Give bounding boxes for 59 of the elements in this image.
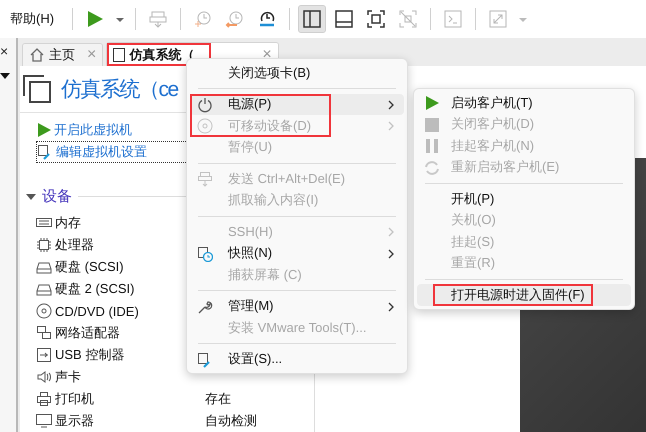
chip-icon: [36, 237, 52, 253]
menu-item[interactable]: 快照(N): [190, 242, 404, 264]
monitor-icon: [36, 413, 52, 429]
wrench-icon: [197, 298, 213, 314]
clock-plus-icon: [193, 9, 214, 29]
play-icon: [85, 9, 106, 29]
chevron-right-icon: [388, 227, 394, 237]
chevron-right-icon: [388, 248, 394, 258]
device-name[interactable]: 声卡: [55, 368, 205, 386]
disc-icon: [197, 118, 213, 134]
section-title: 设备: [42, 187, 72, 206]
device-value: 自动检测: [205, 412, 257, 430]
vm-window-icon: [22, 74, 52, 104]
pause-icon: [424, 138, 440, 154]
chevron-right-icon: [388, 100, 394, 110]
fullscreen-icon: [366, 9, 386, 29]
help-menu[interactable]: 帮助(H): [10, 10, 54, 28]
play-icon: [37, 123, 51, 137]
close-button[interactable]: ×: [0, 44, 16, 58]
window-icon: [113, 48, 126, 62]
device-value: 存在: [205, 390, 231, 408]
menu-item[interactable]: 打开电源时进入固件(F): [417, 284, 631, 306]
chevron-right-icon: [388, 121, 394, 131]
menu-item[interactable]: 启动客户机(T): [417, 92, 631, 114]
tab[interactable]: 主页 ×: [22, 43, 104, 66]
tab-label: 主页: [49, 46, 75, 64]
home-icon: [29, 47, 45, 63]
console-icon: [443, 9, 464, 29]
keyboard-arrow-icon: [148, 9, 168, 29]
printer-icon: [36, 391, 52, 407]
power-icon: [197, 96, 213, 112]
dropdown-caret-icon[interactable]: [0, 72, 10, 80]
collapse-triangle-icon[interactable]: [26, 192, 36, 200]
settings-wrench-icon: [37, 144, 53, 160]
disc-icon: [36, 303, 52, 319]
restart-icon: [424, 160, 440, 176]
snapshot-clock-icon: [197, 246, 213, 262]
clock-arrow-icon: [225, 9, 246, 29]
toolbar-button[interactable]: [298, 5, 326, 33]
network-icon: [36, 325, 52, 341]
action-link[interactable]: 开启此虚拟机: [36, 119, 133, 141]
menu-item[interactable]: 管理(M): [190, 296, 404, 317]
vm-title: 仿真系统（ce: [61, 77, 178, 103]
menu-item[interactable]: 电源(P): [190, 94, 404, 115]
device-name[interactable]: 打印机: [55, 390, 205, 408]
keyboard-arrow-icon: [197, 171, 213, 187]
settings-wrench-icon: [197, 352, 213, 368]
chevron-right-icon: [388, 302, 394, 312]
unity-icon: [398, 9, 418, 29]
device-name[interactable]: 显示器: [55, 412, 205, 430]
clock-wrench-icon: [257, 9, 278, 29]
stretch-icon: [488, 9, 508, 29]
bottom-panel-icon: [334, 9, 354, 29]
menu-item[interactable]: 开机(P): [417, 188, 631, 210]
play-icon: [424, 95, 440, 111]
menu-item[interactable]: 设置(S)...: [190, 348, 404, 370]
speaker-icon: [36, 369, 52, 385]
stop-icon: [424, 116, 440, 132]
sidebar-layout-icon: [302, 9, 322, 29]
